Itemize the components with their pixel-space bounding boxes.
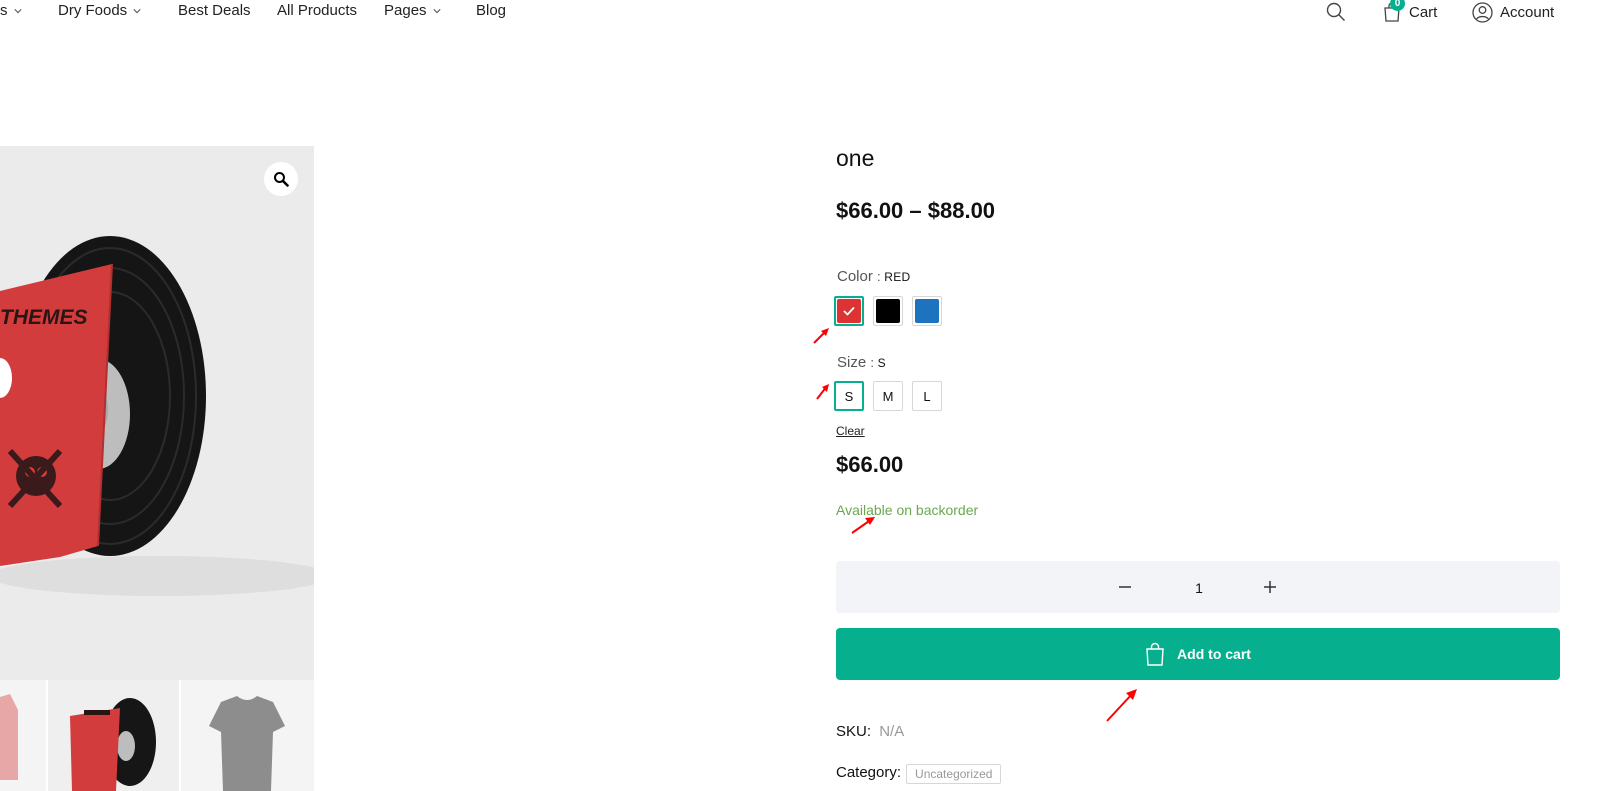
thumbnail-image xyxy=(48,680,179,791)
color-swatch-blue[interactable] xyxy=(912,296,942,326)
gallery-thumbnails xyxy=(0,680,314,791)
price-range: $66.00 – $88.00 xyxy=(836,198,996,223)
swatch-fill xyxy=(876,299,900,323)
nav-item-label: Pages xyxy=(384,2,427,19)
nav-item-partial[interactable]: s xyxy=(0,2,22,19)
size-attribute-label: Size : S xyxy=(837,354,886,371)
variation-price: $66.00 xyxy=(836,452,904,477)
swatch-fill xyxy=(915,299,939,323)
size-label: Size xyxy=(837,354,867,371)
size-option-s[interactable]: S xyxy=(834,381,864,411)
sleeve-text: THEMES xyxy=(0,306,88,329)
color-attribute-label: Color : RED xyxy=(837,268,911,285)
quantity-increase-button[interactable] xyxy=(1260,577,1280,597)
thumbnail-tshirt-grey[interactable] xyxy=(181,680,314,791)
minus-icon xyxy=(1119,586,1131,588)
size-selected-value: S xyxy=(877,356,886,370)
chevron-down-icon xyxy=(432,8,441,13)
color-swatch-red[interactable] xyxy=(834,296,864,326)
chevron-down-icon xyxy=(13,8,22,13)
nav-item-label: Dry Foods xyxy=(58,2,128,19)
color-label: Color xyxy=(837,268,873,285)
category-meta: Category: Uncategorized xyxy=(836,764,1002,784)
sku-meta: SKU: N/A xyxy=(836,723,904,740)
quantity-decrease-button[interactable] xyxy=(1115,577,1135,597)
size-option-l[interactable]: L xyxy=(912,381,942,411)
bag-icon xyxy=(1146,642,1164,666)
zoom-button[interactable] xyxy=(264,162,298,196)
sku-value: N/A xyxy=(879,723,905,740)
category-label: Category: xyxy=(836,764,902,781)
nav-item-label: Blog xyxy=(476,2,507,19)
thumbnail-tshirt-red[interactable] xyxy=(0,680,46,791)
nav-item-blog[interactable]: Blog xyxy=(476,2,506,19)
nav-item-label: s xyxy=(0,2,8,19)
zoom-icon xyxy=(274,172,289,187)
check-icon xyxy=(843,306,855,316)
product-main-image[interactable]: THEMES xyxy=(0,146,314,680)
thumbnail-image xyxy=(0,680,46,791)
stock-status: Available on backorder xyxy=(836,502,979,518)
nav-item-all-products[interactable]: All Products xyxy=(277,2,357,19)
sku-label: SKU: xyxy=(836,723,872,740)
add-to-cart-button[interactable]: Add to cart xyxy=(836,628,1560,680)
category-link[interactable]: Uncategorized xyxy=(906,764,1002,784)
nav-item-pages[interactable]: Pages xyxy=(384,2,441,19)
add-to-cart-label: Add to cart xyxy=(1177,646,1251,662)
color-selected-value: RED xyxy=(884,270,911,284)
quantity-input[interactable] xyxy=(1167,575,1231,601)
quantity-stepper xyxy=(836,561,1560,613)
thumbnail-vinyl[interactable] xyxy=(48,680,179,791)
nav-item-label: All Products xyxy=(277,2,358,19)
product-summary: one $66.00 – $88.00 Color : RED Size : S… xyxy=(834,0,1560,791)
chevron-down-icon xyxy=(133,8,141,13)
swatch-fill xyxy=(837,299,861,323)
plus-icon xyxy=(1264,581,1276,593)
nav-item-best-deals[interactable]: Best Deals xyxy=(178,2,251,19)
thumbnail-image xyxy=(181,680,314,791)
vinyl-record-image: THEMES xyxy=(0,236,314,596)
nav-item-label: Best Deals xyxy=(178,2,251,19)
color-swatch-black[interactable] xyxy=(873,296,903,326)
nav-item-dry-foods[interactable]: Dry Foods xyxy=(58,2,141,19)
product-title: one xyxy=(836,145,875,171)
annotation-arrow xyxy=(813,328,829,344)
size-option-m[interactable]: M xyxy=(873,381,903,411)
annotation-arrow xyxy=(816,384,829,400)
clear-selection-link[interactable]: Clear xyxy=(836,424,865,438)
